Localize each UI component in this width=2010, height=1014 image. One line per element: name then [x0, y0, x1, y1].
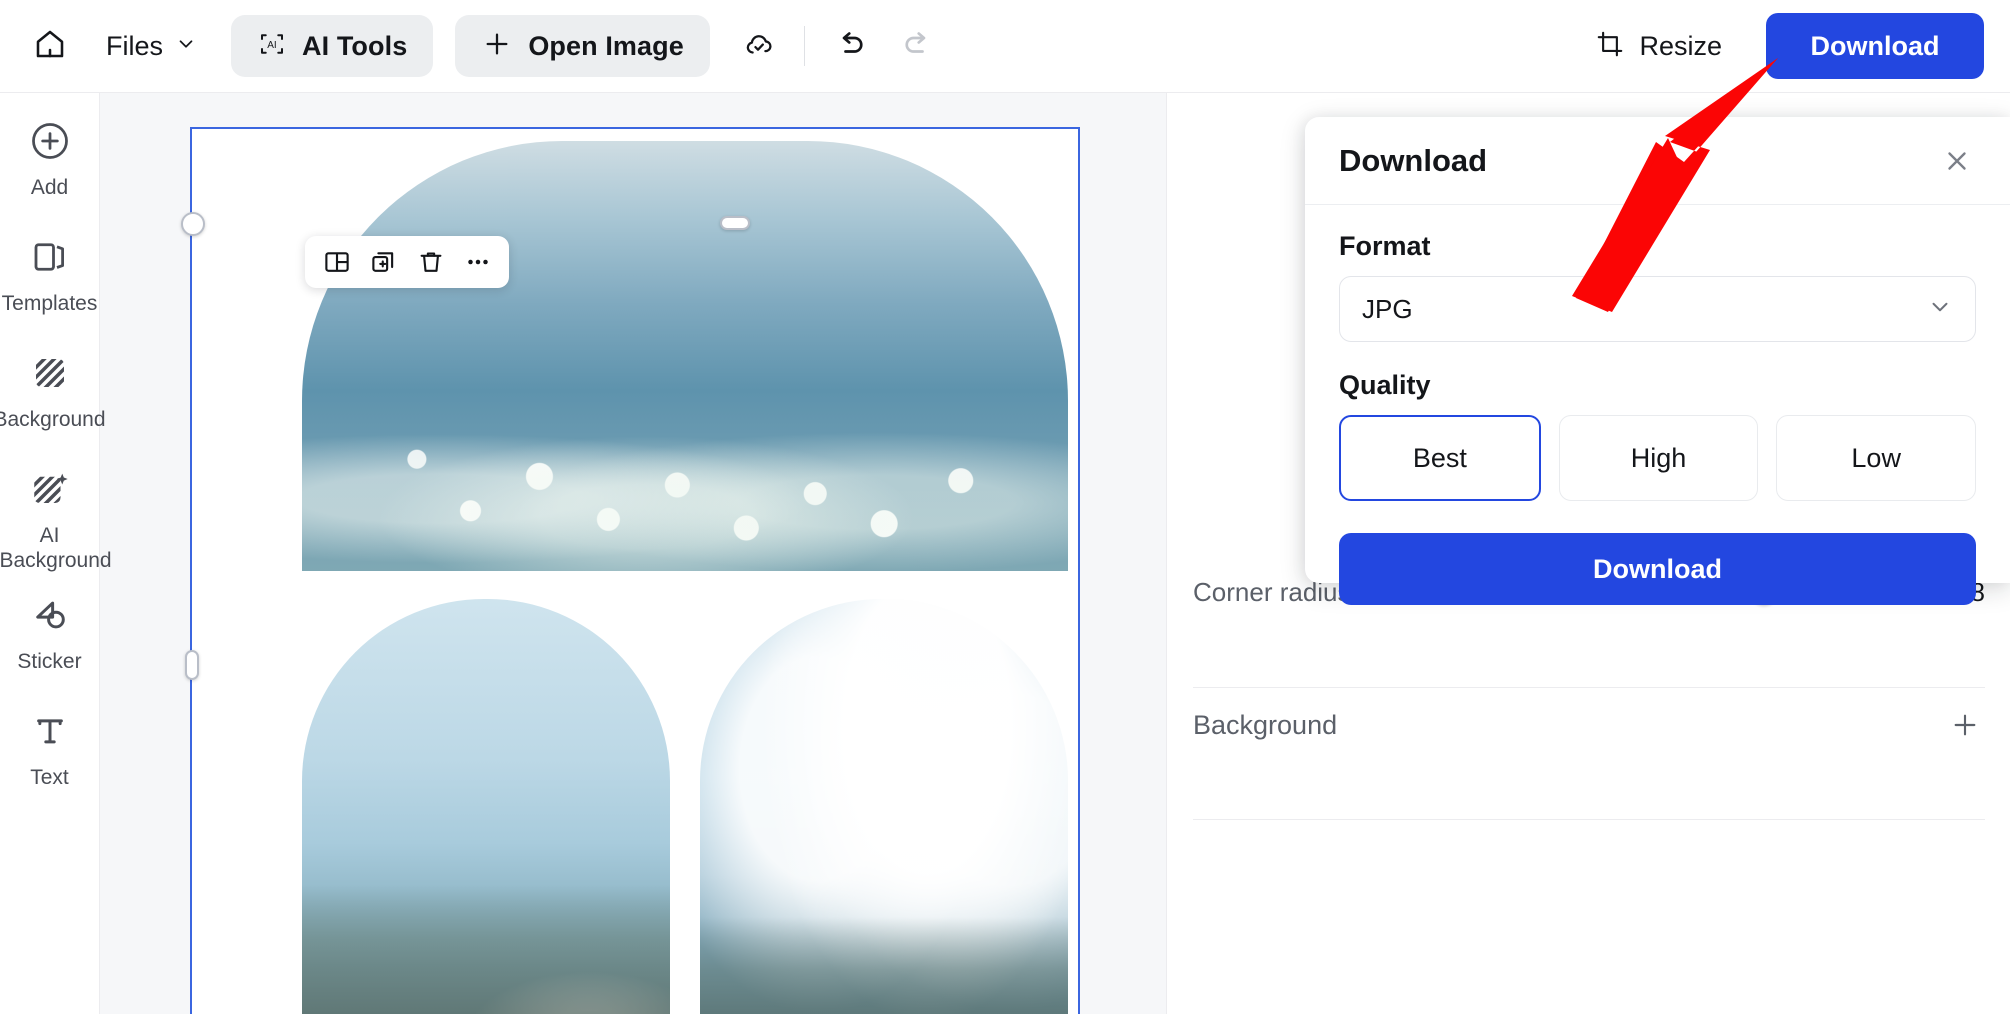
plus-icon [481, 28, 513, 65]
sidebar-item-label: Sticker [17, 650, 82, 673]
templates-icon [29, 231, 71, 283]
chevron-down-icon [1927, 294, 1953, 325]
panel-divider [1193, 687, 1985, 688]
open-image-button[interactable]: Open Image [455, 15, 710, 77]
ai-tools-label: AI Tools [302, 30, 408, 61]
collage-tile-bottom-right-clouds[interactable] [700, 599, 1068, 1014]
quality-options: Best High Low [1339, 415, 1977, 501]
left-sidebar: Add Templates Background AI Background S… [0, 93, 112, 1014]
sidebar-item-label: Background [0, 408, 106, 431]
sidebar-item-add[interactable]: Add [0, 115, 100, 215]
canvas-area[interactable] [100, 93, 1166, 1014]
resize-button[interactable]: Resize [1581, 19, 1736, 73]
image-editor-app: Files AI AI Tools Open Image Resize Down… [0, 0, 2010, 1014]
panel-divider [1193, 819, 1985, 820]
close-icon[interactable] [1934, 138, 1980, 184]
text-t-icon [29, 705, 71, 757]
sidebar-item-ai-background[interactable]: AI Background [0, 463, 112, 573]
duplicate-icon[interactable] [364, 242, 404, 282]
background-label: Background [1193, 710, 1338, 740]
sidebar-item-label: AI Background [0, 524, 112, 572]
resize-handle-top-left[interactable] [181, 212, 205, 236]
plus-circle-icon [28, 115, 72, 167]
open-image-label: Open Image [528, 30, 684, 61]
undo-icon [832, 26, 868, 67]
download-panel: Download Format JPG Quality Best High Lo… [1305, 117, 2010, 605]
hatch-square-icon [29, 347, 71, 399]
format-value: JPG [1362, 293, 1413, 324]
resize-handle-middle-left[interactable] [185, 650, 199, 680]
sidebar-item-text[interactable]: Text [0, 705, 100, 805]
home-icon [32, 26, 68, 67]
quality-option-high[interactable]: High [1558, 415, 1759, 501]
quality-option-low[interactable]: Low [1776, 415, 1977, 501]
redo-icon [900, 26, 936, 67]
trash-icon[interactable] [411, 242, 451, 282]
cloud-check-icon [742, 27, 776, 66]
format-label: Format [1339, 231, 1431, 261]
format-select[interactable]: JPG [1339, 276, 1976, 342]
download-panel-title: Download [1339, 142, 1488, 178]
home-button[interactable] [26, 22, 74, 70]
undo-button[interactable] [823, 19, 877, 73]
element-floating-toolbar [305, 236, 509, 288]
resize-label: Resize [1639, 30, 1722, 61]
collage-tile-top-flowers[interactable] [302, 141, 1068, 571]
quality-label: Quality [1339, 370, 1431, 400]
sidebar-item-background[interactable]: Background [0, 347, 106, 447]
sidebar-item-templates[interactable]: Templates [0, 231, 100, 331]
crop-icon [1595, 29, 1625, 64]
sticker-icon [29, 589, 71, 641]
collage-tile-bottom-left-village[interactable] [302, 599, 670, 1014]
hatch-sparkle-icon [29, 463, 71, 515]
ai-frame-icon: AI [257, 29, 287, 64]
sidebar-item-sticker[interactable]: Sticker [0, 589, 100, 689]
layout-grid-icon[interactable] [317, 242, 357, 282]
toolbar-divider [803, 26, 805, 66]
sidebar-item-label: Templates [1, 292, 98, 315]
sidebar-item-label: Add [30, 176, 69, 199]
cloud-save-status-button[interactable] [732, 19, 786, 73]
quality-option-best[interactable]: Best [1339, 415, 1541, 501]
download-confirm-button[interactable]: Download [1339, 533, 1976, 605]
sidebar-item-label: Text [30, 766, 69, 789]
top-toolbar: Files AI AI Tools Open Image Resize Down… [0, 0, 2010, 93]
background-row[interactable]: Background [1193, 693, 1985, 757]
more-options-icon[interactable] [458, 242, 498, 282]
resize-handle-top-center[interactable] [720, 216, 750, 230]
plus-icon[interactable] [1945, 705, 1985, 745]
download-panel-body: Format JPG Quality Best High Low Downloa… [1305, 205, 2010, 605]
ai-tools-button[interactable]: AI AI Tools [231, 15, 434, 77]
download-top-button[interactable]: Download [1766, 13, 1984, 79]
chevron-down-icon [175, 33, 197, 60]
svg-text:AI: AI [267, 39, 276, 50]
redo-button[interactable] [891, 19, 945, 73]
files-menu-button[interactable]: Files [94, 21, 209, 71]
files-label: Files [106, 30, 164, 61]
download-panel-header: Download [1305, 117, 2010, 205]
